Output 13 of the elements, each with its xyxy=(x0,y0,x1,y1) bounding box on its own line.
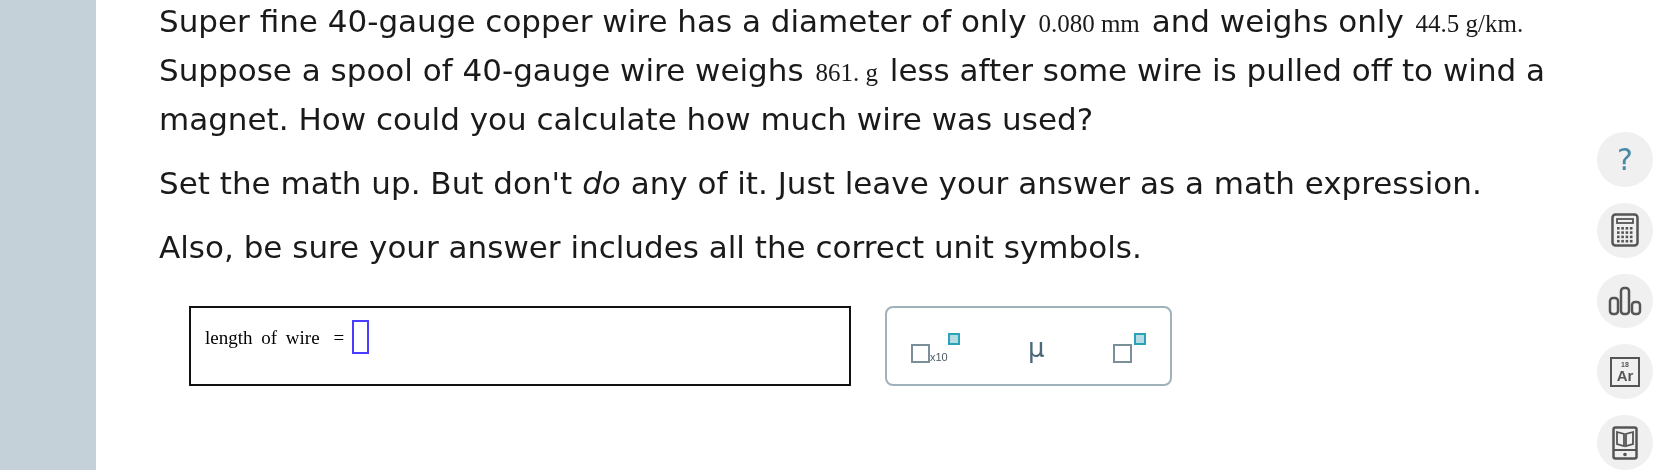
question-paragraph: Also, be sure your answer includes all the correct unit symbols. xyxy=(159,228,1143,267)
superscript-button[interactable] xyxy=(1113,333,1146,363)
equals-sign: = xyxy=(333,326,345,350)
question-paragraph: Set the math up. But don't do any of it. Just leave your answer as a math expression. xyxy=(159,164,1483,203)
answer-label: length of wire xyxy=(205,326,320,350)
bar-chart-icon xyxy=(1608,286,1642,316)
question-paragraph: Super fine 40-gauge copper wire has a diameter of only 0.080 mm and weighs only 44.5 g/km. Suppose a spool of 40-gauge wire weighs 861. g less after some wire is pulled off to wind a magnet. How could you calculate how much wire was used? xyxy=(159,2,1547,139)
mu-button[interactable]: μ xyxy=(1028,335,1045,361)
calculator-icon xyxy=(1611,213,1639,248)
scientific-notation-button[interactable]: x10 xyxy=(911,333,960,363)
element-symbol: Ar xyxy=(1616,367,1634,383)
book-icon xyxy=(1612,425,1638,460)
input-field[interactable] xyxy=(352,320,370,354)
